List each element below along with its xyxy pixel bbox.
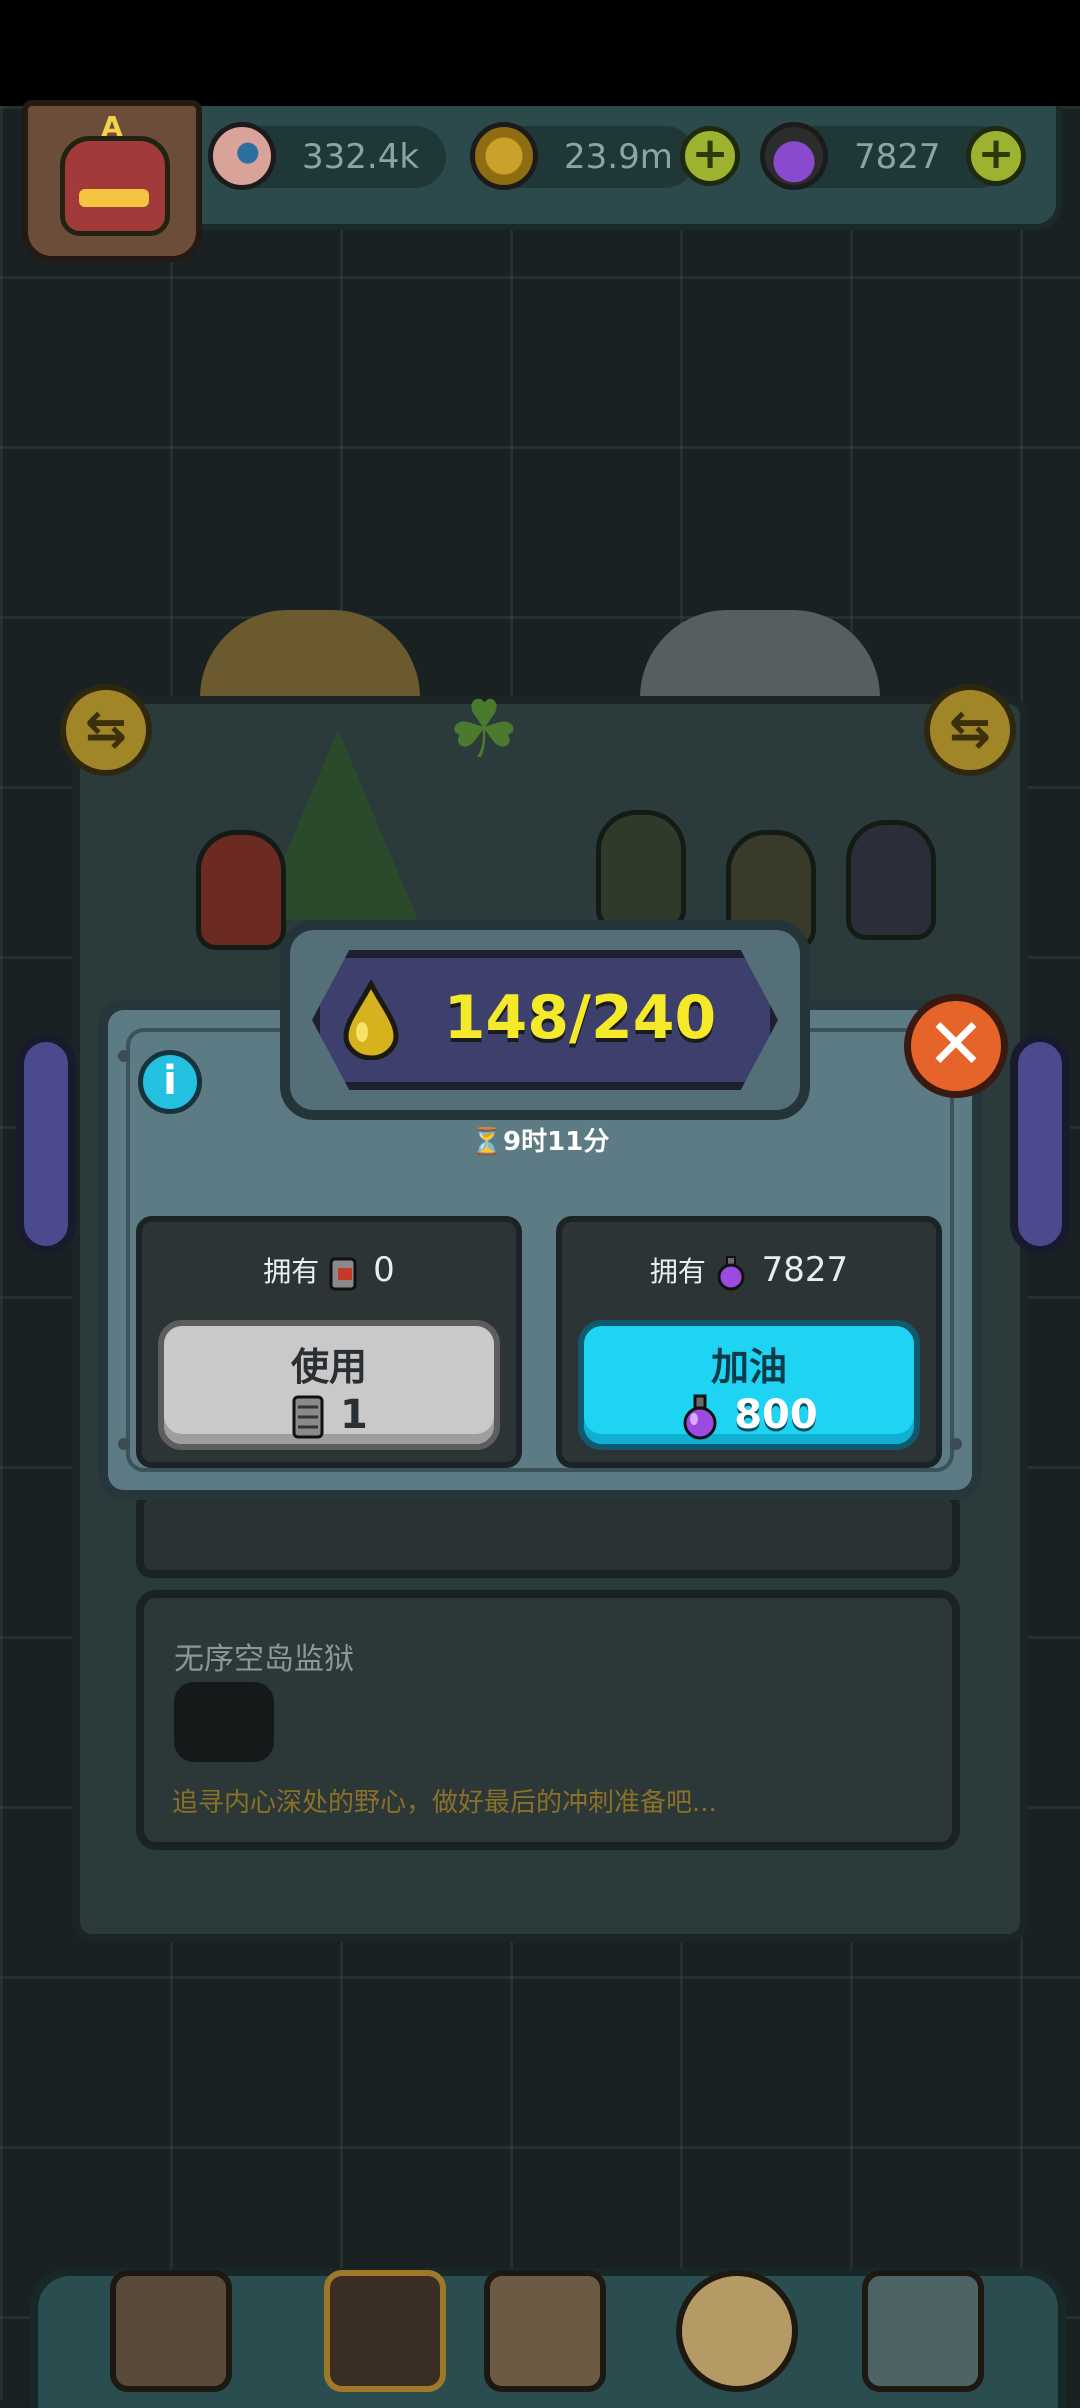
mission-silhouette [174, 1682, 274, 1762]
viking-monster-icon [596, 810, 686, 930]
timer-value: 9时11分 [503, 1127, 610, 1157]
coins-counter: 23.9m [470, 122, 696, 190]
potion-owned: 拥有 7827 [562, 1248, 936, 1292]
eyeball-icon [208, 122, 276, 190]
refuel-button-cost: 800 [584, 1390, 914, 1440]
owned-label: 拥有 [649, 1255, 706, 1288]
menu-grid-icon[interactable] [862, 2270, 984, 2392]
stage-progress-strip [136, 1490, 960, 1578]
potion-icon [760, 122, 828, 190]
dungeon-icon[interactable] [324, 2270, 446, 2392]
fuel-counter: 148/240 [443, 983, 717, 1053]
refuel-button-label: 加油 [710, 1345, 787, 1389]
add-potions-button[interactable]: + [966, 126, 1026, 186]
use-button-cost: 1 [164, 1390, 494, 1441]
clover-icon: ☘ [448, 683, 520, 776]
crown-monster-icon [846, 820, 936, 940]
mission-title: 无序空岛监狱 [174, 1642, 354, 1677]
use-button[interactable]: 使用 1 [158, 1320, 500, 1450]
shop-icon[interactable] [110, 2270, 232, 2392]
use-cost-value: 1 [340, 1392, 368, 1438]
close-button[interactable]: ✕ [904, 994, 1008, 1098]
status-bar [0, 0, 1080, 106]
refuel-cost-value: 800 [734, 1392, 818, 1438]
info-button[interactable]: i [138, 1050, 202, 1114]
potion-icon [717, 1256, 745, 1291]
coin-icon [470, 122, 538, 190]
eyes-counter: 332.4k [208, 122, 446, 190]
owned-label: 拥有 [263, 1255, 320, 1288]
right-pipe [1010, 1034, 1070, 1254]
swap-right-button[interactable]: ⇆ [924, 684, 1016, 776]
coin-bag-icon[interactable] [676, 2270, 798, 2392]
mission-card[interactable]: 无序空岛监狱 追寻内心深处的野心，做好最后的冲刺准备吧... [136, 1590, 960, 1850]
left-pipe [16, 1034, 76, 1254]
coins-value: 23.9m [564, 137, 673, 177]
fuel-can-card: 拥有 0 使用 1 [136, 1216, 522, 1468]
santa-monster-icon [196, 830, 286, 950]
mission-description: 追寻内心深处的野心，做好最后的冲刺准备吧... [172, 1788, 717, 1818]
fuel-can-icon [292, 1395, 324, 1439]
owned-count: 7827 [761, 1250, 849, 1290]
use-button-label: 使用 [290, 1345, 367, 1389]
oil-drop-icon [343, 980, 399, 1060]
potion-icon [683, 1394, 717, 1440]
refuel-button[interactable]: 加油 800 [578, 1320, 920, 1450]
owned-count: 0 [373, 1250, 395, 1290]
monster-avatar-icon [60, 136, 170, 236]
book-icon[interactable] [484, 2270, 606, 2392]
refill-timer: ⏳9时11分 [440, 1124, 640, 1160]
add-coins-button[interactable]: + [680, 126, 740, 186]
potion-refuel-card: 拥有 7827 加油 800 [556, 1216, 942, 1468]
fuel-can-icon [329, 1257, 357, 1291]
player-badge[interactable]: A [22, 100, 202, 262]
potions-value: 7827 [854, 137, 941, 177]
swap-left-button[interactable]: ⇆ [60, 684, 152, 776]
hourglass-icon: ⏳ [470, 1127, 504, 1157]
fuel-can-owned: 拥有 0 [142, 1248, 516, 1292]
eyes-value: 332.4k [302, 137, 420, 177]
